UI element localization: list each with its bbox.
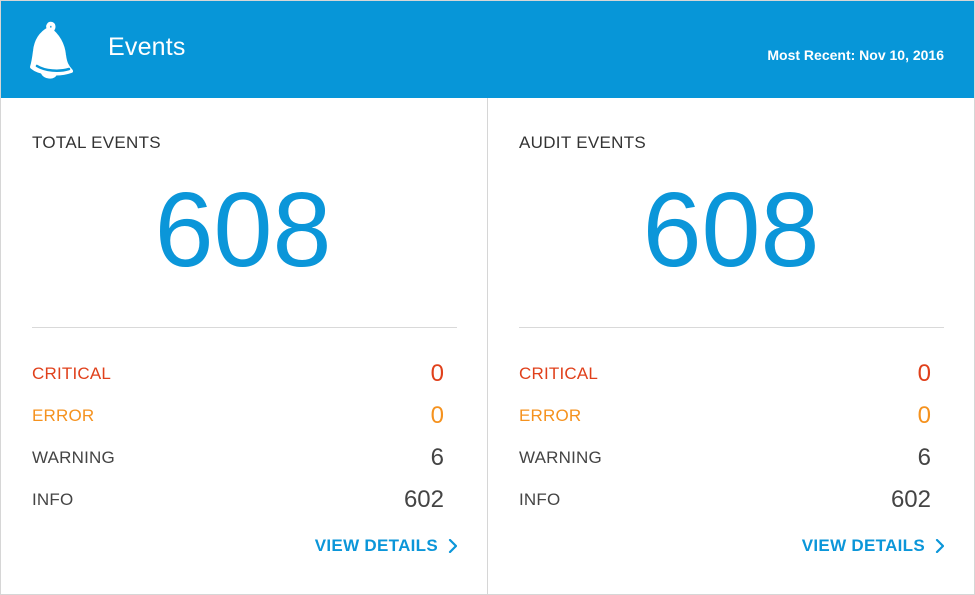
stat-value: 0 — [430, 360, 444, 387]
chevron-right-icon — [448, 539, 457, 553]
stat-row-critical: CRITICAL 0 — [519, 360, 931, 390]
panel-title: AUDIT EVENTS — [519, 133, 647, 152]
chevron-right-icon — [935, 539, 944, 553]
stat-label: WARNING — [519, 448, 602, 467]
stat-row-warning: WARNING 6 — [32, 444, 444, 474]
view-details-link[interactable]: VIEW DETAILS — [315, 536, 457, 556]
most-recent-date: Most Recent: Nov 10, 2016 — [767, 47, 944, 63]
stat-value: 6 — [917, 444, 931, 471]
stat-value: 0 — [430, 402, 444, 429]
total-events-panel: TOTAL EVENTS 608 CRITICAL 0 ERROR 0 WARN… — [1, 98, 487, 594]
stat-row-critical: CRITICAL 0 — [32, 360, 444, 390]
stat-row-error: ERROR 0 — [519, 402, 931, 432]
stat-row-error: ERROR 0 — [32, 402, 444, 432]
stat-value: 602 — [403, 486, 444, 513]
stat-label: INFO — [519, 490, 561, 509]
stat-value: 602 — [890, 486, 931, 513]
divider — [32, 327, 457, 328]
view-details-label: VIEW DETAILS — [801, 536, 925, 555]
view-details-label: VIEW DETAILS — [314, 536, 438, 555]
divider — [519, 327, 944, 328]
events-widget: Events Most Recent: Nov 10, 2016 TOTAL E… — [0, 0, 975, 595]
stat-label: ERROR — [32, 406, 95, 425]
view-details-link[interactable]: VIEW DETAILS — [802, 536, 944, 556]
stat-label: ERROR — [519, 406, 582, 425]
stat-value: 0 — [917, 360, 931, 387]
stat-label: INFO — [32, 490, 74, 509]
audit-events-count: 608 — [642, 171, 820, 289]
stat-label: WARNING — [32, 448, 115, 467]
stat-label: CRITICAL — [32, 364, 112, 383]
stat-row-warning: WARNING 6 — [519, 444, 931, 474]
stat-label: CRITICAL — [519, 364, 599, 383]
stat-row-info: INFO 602 — [32, 486, 444, 516]
widget-title: Events — [108, 33, 186, 61]
stat-row-info: INFO 602 — [519, 486, 931, 516]
bell-icon — [30, 21, 73, 79]
stat-value: 0 — [917, 402, 931, 429]
stat-value: 6 — [430, 444, 444, 471]
panel-title: TOTAL EVENTS — [32, 133, 161, 152]
widget-header: Events Most Recent: Nov 10, 2016 — [1, 1, 974, 98]
audit-events-panel: AUDIT EVENTS 608 CRITICAL 0 ERROR 0 WARN… — [488, 98, 974, 594]
total-events-count: 608 — [154, 171, 332, 289]
